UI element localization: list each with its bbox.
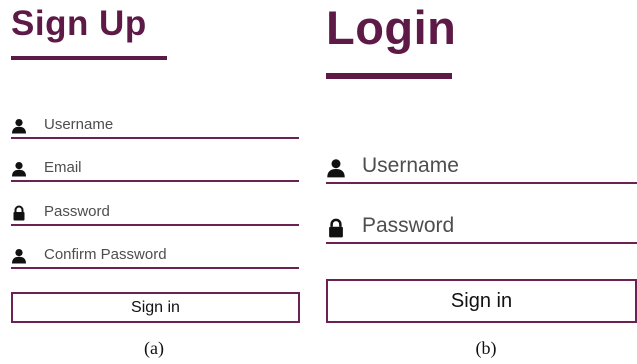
signup-username-field[interactable]: Username xyxy=(11,113,299,139)
login-panel: Login Username Password Sign in (b) xyxy=(318,0,637,364)
signup-username-label: Username xyxy=(44,116,114,133)
signup-caption: (a) xyxy=(144,338,164,358)
user-icon xyxy=(12,162,26,177)
signup-password-field[interactable]: Password xyxy=(11,200,299,226)
signup-title: Sign Up xyxy=(11,4,147,43)
login-username-label: Username xyxy=(362,154,459,177)
login-caption: (b) xyxy=(475,338,497,358)
signup-password-label: Password xyxy=(44,203,110,220)
signup-sign-in-button[interactable]: Sign in xyxy=(11,292,300,323)
signup-email-field[interactable]: Email xyxy=(11,156,299,182)
user-icon xyxy=(12,249,26,264)
signup-confirm-password-field[interactable]: Confirm Password xyxy=(11,243,299,269)
signup-confirm-password-label: Confirm Password xyxy=(44,246,167,263)
login-username-field[interactable]: Username xyxy=(326,152,637,184)
signup-panel: Sign Up Username Email Password Confirm … xyxy=(0,0,310,364)
login-password-field[interactable]: Password xyxy=(326,212,637,244)
signup-email-label: Email xyxy=(44,159,82,176)
user-icon xyxy=(12,119,26,134)
lock-icon xyxy=(329,218,343,238)
login-password-label: Password xyxy=(362,214,455,237)
lock-icon xyxy=(13,205,25,221)
signup-title-underline xyxy=(11,56,167,60)
login-title: Login xyxy=(326,1,457,54)
login-sign-in-button[interactable]: Sign in xyxy=(326,279,637,323)
login-title-underline xyxy=(326,73,452,79)
user-icon xyxy=(327,159,345,178)
